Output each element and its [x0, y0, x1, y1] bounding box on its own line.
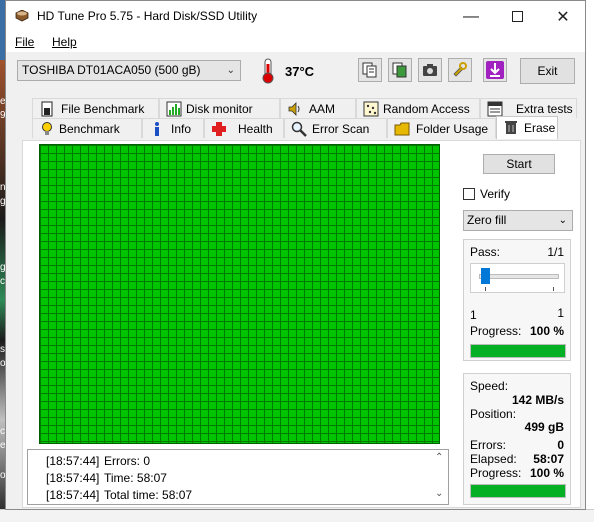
- maximize-icon: [511, 11, 523, 22]
- extra-tests-icon: [487, 101, 503, 117]
- folder-icon: [394, 122, 410, 136]
- slider-thumb[interactable]: [481, 268, 490, 284]
- log-scrollbar[interactable]: ⌃ ⌄: [432, 450, 448, 504]
- tab-file-benchmark[interactable]: File Benchmark: [32, 98, 159, 118]
- screenshot-button[interactable]: [418, 58, 442, 82]
- pass-slider[interactable]: [470, 263, 565, 293]
- tab-extra-tests[interactable]: Extra tests: [480, 98, 577, 118]
- tab-benchmark[interactable]: Benchmark: [32, 118, 142, 138]
- speaker-icon: [288, 102, 300, 116]
- tab-row-1: File Benchmark Disk monitor AAM Random A…: [22, 98, 578, 118]
- log-box[interactable]: [18:57:44] Errors: 0 [18:57:44] Time: 58:0…: [27, 449, 449, 505]
- camera-icon: [423, 64, 437, 76]
- title-bar: HD Tune Pro 5.75 - Hard Disk/SSD Utility…: [6, 1, 585, 32]
- erase-block-map: [39, 144, 440, 444]
- lightbulb-icon: [42, 122, 52, 135]
- erase-panel: [18:57:44] Errors: 0 [18:57:44] Time: 58:0…: [22, 140, 581, 508]
- scroll-up-icon[interactable]: ⌃: [435, 452, 443, 463]
- log-line: [18:57:44] Errors: 0: [46, 454, 151, 468]
- temperature-readout: 37°C: [285, 64, 315, 79]
- tab-health[interactable]: Health: [204, 118, 284, 138]
- save-icon: [486, 61, 504, 79]
- tab-erase[interactable]: Erase: [496, 116, 558, 139]
- magnifier-icon: [291, 121, 307, 137]
- tab-disk-monitor[interactable]: Disk monitor: [159, 98, 280, 118]
- close-icon: ✕: [556, 8, 570, 26]
- tab-info[interactable]: Info: [142, 118, 204, 138]
- log-line: [18:57:44] Time: 58:07: [46, 471, 167, 485]
- disk-monitor-icon: [166, 101, 182, 117]
- minimize-icon: —: [463, 7, 479, 25]
- tab-random-access[interactable]: Random Access: [356, 98, 480, 118]
- pass-progress-bar: [470, 344, 566, 358]
- tab-error-scan[interactable]: Error Scan: [284, 118, 387, 138]
- menu-bar: File Help: [6, 32, 585, 52]
- health-cross-icon: [212, 122, 226, 136]
- chevron-down-icon: ⌄: [226, 65, 235, 76]
- options-icon: [453, 62, 467, 77]
- log-line: [18:57:44] Total time: 58:07: [46, 488, 193, 502]
- start-button[interactable]: Start: [483, 154, 555, 174]
- file-benchmark-icon: [41, 101, 53, 117]
- copy-screenshot-button[interactable]: [388, 58, 412, 82]
- maximize-button[interactable]: [494, 1, 540, 32]
- minimize-button[interactable]: —: [448, 1, 494, 32]
- tab-row-2: Benchmark Info Health Error Scan Folder …: [22, 116, 578, 140]
- options-button[interactable]: [448, 58, 472, 82]
- app-icon: [15, 10, 29, 22]
- menu-help[interactable]: Help: [52, 35, 77, 49]
- scroll-down-icon[interactable]: ⌄: [435, 488, 443, 499]
- chevron-down-icon: ⌄: [558, 215, 567, 226]
- exit-button[interactable]: Exit: [520, 58, 575, 84]
- background-window-bottom: [0, 509, 594, 522]
- toolbar: TOSHIBA DT01ACA050 (500 gB) ⌄ 37°C Exit: [6, 53, 585, 91]
- total-progress-bar: [470, 484, 566, 498]
- save-button[interactable]: [483, 58, 507, 82]
- checkbox-icon[interactable]: [463, 188, 475, 200]
- fill-mode-select[interactable]: Zero fill ⌄: [463, 210, 573, 231]
- info-icon: [155, 122, 159, 136]
- drive-select[interactable]: TOSHIBA DT01ACA050 (500 gB) ⌄: [17, 60, 241, 81]
- stats-box: Speed: 142 MB/s Position: 499 gB Errors:…: [463, 373, 571, 505]
- window-title: HD Tune Pro 5.75 - Hard Disk/SSD Utility: [37, 9, 258, 23]
- drive-select-value: TOSHIBA DT01ACA050 (500 gB): [22, 63, 201, 77]
- pass-box: Pass: 1/1 1 1 Progress: 100 %: [463, 239, 571, 361]
- copy-info-button[interactable]: [358, 58, 382, 82]
- tab-aam[interactable]: AAM: [280, 98, 356, 118]
- random-access-icon: [363, 101, 379, 117]
- trash-icon: [505, 121, 517, 134]
- close-button[interactable]: ✕: [540, 1, 586, 32]
- thermometer-icon: [262, 58, 274, 84]
- menu-file[interactable]: File: [15, 35, 34, 49]
- copy-screenshot-icon: [392, 62, 407, 78]
- tab-folder-usage[interactable]: Folder Usage: [387, 118, 496, 138]
- hdtune-window: HD Tune Pro 5.75 - Hard Disk/SSD Utility…: [5, 0, 586, 510]
- copy-info-icon: [362, 62, 377, 78]
